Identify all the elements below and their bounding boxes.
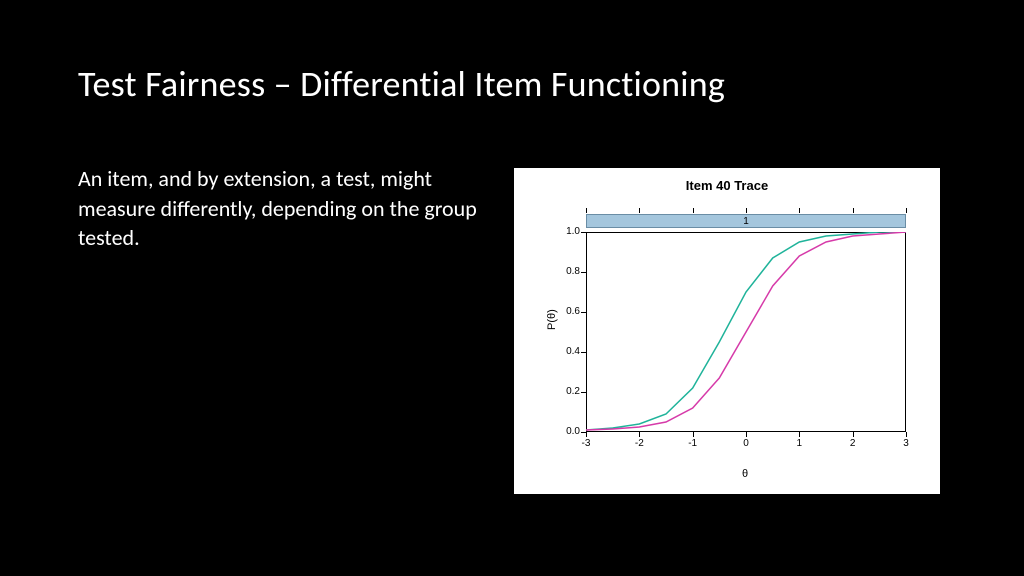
chart-x-tick-mark: [693, 432, 694, 437]
chart-x-tick-mark: [586, 432, 587, 437]
chart-x-axis-label: θ: [742, 468, 748, 480]
chart-x-tick-mark-top: [853, 208, 854, 213]
chart-y-tick-label: 0.0: [552, 426, 580, 437]
chart-y-tick-label: 1.0: [552, 226, 580, 237]
chart-x-tick-mark-top: [586, 208, 587, 213]
chart-x-tick-label: -1: [683, 438, 703, 449]
chart-x-tick-mark-top: [639, 208, 640, 213]
slide-title: Test Fairness – Differential Item Functi…: [78, 62, 725, 106]
chart-x-tick-mark: [746, 432, 747, 437]
chart-x-tick-label: 3: [896, 438, 916, 449]
chart-y-tick-mark: [581, 272, 586, 273]
chart-x-tick-label: 0: [736, 438, 756, 449]
chart-x-tick-mark-top: [906, 208, 907, 213]
chart-x-tick-mark: [799, 432, 800, 437]
chart-x-tick-mark: [906, 432, 907, 437]
chart-y-tick-mark: [581, 312, 586, 313]
chart-x-tick-label: -2: [629, 438, 649, 449]
slide: Test Fairness – Differential Item Functi…: [0, 0, 1024, 576]
chart-x-tick-mark-top: [799, 208, 800, 213]
chart-legend-band: 1: [586, 214, 906, 228]
chart-y-tick-label: 0.2: [552, 386, 580, 397]
chart-y-tick-mark: [581, 392, 586, 393]
chart-y-tick-label: 0.8: [552, 266, 580, 277]
chart-y-tick-mark: [581, 232, 586, 233]
chart-panel: Item 40 Trace 1 P(θ) θ 0.00.20.40.60.81.…: [514, 168, 940, 494]
chart-y-tick-mark: [581, 352, 586, 353]
chart-series-2: [586, 232, 906, 430]
chart-x-tick-mark: [853, 432, 854, 437]
chart-y-tick-label: 0.4: [552, 346, 580, 357]
slide-body-text: An item, and by extension, a test, might…: [78, 164, 478, 253]
chart-x-tick-label: -3: [576, 438, 596, 449]
chart-y-tick-label: 0.6: [552, 306, 580, 317]
chart-curves: [586, 232, 906, 432]
chart-title: Item 40 Trace: [514, 178, 940, 193]
chart-x-tick-label: 2: [843, 438, 863, 449]
chart-x-tick-mark-top: [693, 208, 694, 213]
chart-x-tick-mark-top: [746, 208, 747, 213]
chart-x-tick-label: 1: [789, 438, 809, 449]
chart-x-tick-mark: [639, 432, 640, 437]
